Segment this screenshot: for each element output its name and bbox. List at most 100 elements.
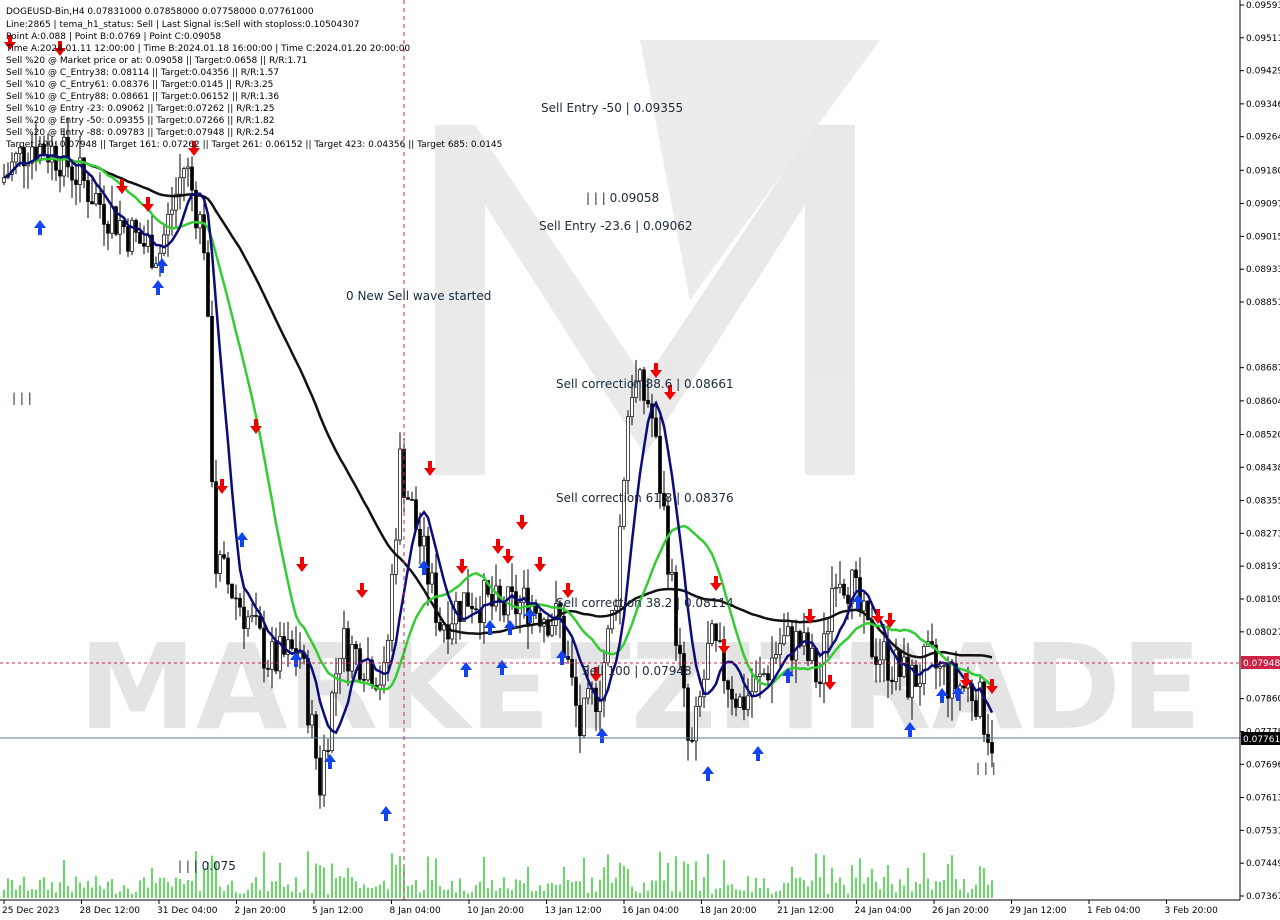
candle-bull bbox=[770, 657, 774, 681]
candle-bull bbox=[878, 659, 882, 665]
overlay-line-3: Time A:2024.01.11 12:00:00 | Time B:2024… bbox=[5, 44, 410, 54]
candle-bear bbox=[726, 680, 730, 690]
candle-bear bbox=[238, 597, 242, 608]
x-tick-label: 31 Dec 04:00 bbox=[157, 906, 218, 916]
candle-bear bbox=[242, 606, 246, 629]
candle-bear bbox=[730, 688, 734, 700]
candle-bull bbox=[218, 554, 222, 574]
candle-bear bbox=[326, 750, 330, 752]
candle-bull bbox=[774, 654, 778, 659]
candle-bear bbox=[362, 678, 366, 681]
x-tick-label: 3 Feb 20:00 bbox=[1165, 906, 1219, 916]
candle-bear bbox=[578, 705, 582, 737]
candle-bear bbox=[234, 597, 238, 600]
x-tick-label: 29 Jan 12:00 bbox=[1010, 906, 1067, 916]
candle-bear bbox=[214, 481, 218, 574]
candle-bull bbox=[794, 630, 798, 661]
x-tick-label: 21 Jan 12:00 bbox=[777, 906, 834, 916]
candle-bear bbox=[974, 700, 978, 717]
y-tick-label: 0.09511 bbox=[1246, 34, 1280, 44]
candle-bull bbox=[782, 635, 786, 645]
candle-bull bbox=[322, 750, 326, 796]
candle-bull bbox=[586, 688, 590, 699]
y-tick-label: 0.09264 bbox=[1246, 133, 1280, 143]
candle-bear bbox=[206, 252, 210, 317]
candle-bull bbox=[918, 683, 922, 687]
y-tick-label: 0.09593 bbox=[1246, 1, 1280, 11]
x-tick-label: 1 Feb 04:00 bbox=[1087, 906, 1141, 916]
correction-61-label: Sell correction 61.8 | 0.08376 bbox=[556, 491, 734, 505]
candle-bear bbox=[438, 622, 442, 631]
candle-bear bbox=[466, 592, 470, 607]
candle-bear bbox=[70, 166, 74, 181]
candle-bear bbox=[814, 647, 818, 683]
candle-bull bbox=[938, 666, 942, 669]
candle-bull bbox=[922, 646, 926, 684]
candle-bull bbox=[246, 616, 250, 629]
candle-bull bbox=[422, 535, 426, 547]
candle-bull bbox=[706, 643, 710, 680]
price-chart[interactable]: MARKETZITRADE Sell Entry -50 | 0.09355 |… bbox=[0, 0, 1280, 920]
bars-left-label: | | | bbox=[12, 391, 32, 405]
overlay-line-9: Sell %20 @ Entry -50: 0.09355 || Target:… bbox=[6, 116, 274, 126]
chart-root: MARKETZITRADE Sell Entry -50 | 0.09355 |… bbox=[0, 0, 1280, 920]
candle-bull bbox=[582, 697, 586, 737]
candle-bull bbox=[398, 448, 402, 541]
candle-bull bbox=[810, 647, 814, 661]
candle-bull bbox=[482, 580, 486, 623]
candle-bear bbox=[190, 166, 194, 191]
candle-bull bbox=[694, 705, 698, 742]
overlay-line-6: Sell %10 @ C_Entry61: 0.08376 || Target:… bbox=[6, 80, 273, 90]
x-tick-label: 5 Jan 12:00 bbox=[312, 906, 364, 916]
candle-bear bbox=[886, 641, 890, 681]
candle-bull bbox=[762, 673, 766, 675]
x-tick-label: 25 Dec 2023 bbox=[2, 906, 60, 916]
candle-bear bbox=[890, 679, 894, 682]
x-axis: 25 Dec 2023 28 Dec 12:00 31 Dec 04:00 2 Jan… bbox=[2, 900, 1218, 916]
y-tick-label: 0.08933 bbox=[1246, 265, 1280, 275]
candle-bear bbox=[262, 627, 266, 669]
candle-bear bbox=[86, 180, 90, 202]
candle-bear bbox=[138, 232, 142, 244]
candle-bear bbox=[718, 640, 722, 642]
candle-bear bbox=[418, 528, 422, 547]
candle-bear bbox=[742, 696, 746, 710]
candle-bull bbox=[166, 214, 170, 236]
x-tick-label: 24 Jan 04:00 bbox=[855, 906, 912, 916]
candle-bull bbox=[826, 631, 830, 635]
y-tick-label: 0.07449 bbox=[1246, 859, 1280, 869]
y-tick-label: 0.07696 bbox=[1246, 760, 1280, 770]
overlay-line-5: Sell %10 @ C_Entry38: 0.08114 || Target:… bbox=[6, 68, 279, 78]
new-wave-label: 0 New Sell wave started bbox=[346, 289, 491, 303]
x-tick-label: 18 Jan 20:00 bbox=[700, 906, 757, 916]
point-c-label: | | | 0.09058 bbox=[586, 191, 659, 205]
overlay-line-2: Point A:0.088 | Point B:0.0769 | Point C… bbox=[6, 32, 221, 42]
sell-entry-50-label: Sell Entry -50 | 0.09355 bbox=[541, 101, 683, 115]
y-tick-label: 0.07860 bbox=[1246, 695, 1280, 705]
candle-bear bbox=[202, 214, 206, 254]
y-tick-label: 0.08687 bbox=[1246, 364, 1280, 374]
candle-bull bbox=[338, 658, 342, 675]
candle-bull bbox=[626, 416, 630, 481]
y-tick-label: 0.08851 bbox=[1246, 298, 1280, 308]
candle-bull bbox=[830, 588, 834, 632]
candle-bear bbox=[274, 641, 278, 672]
y-tick-label: 0.09015 bbox=[1246, 232, 1280, 242]
candle-bull bbox=[178, 177, 182, 195]
candle-bear bbox=[254, 615, 258, 617]
y-tick-label: 0.09429 bbox=[1246, 67, 1280, 77]
point-b-label: | | | 0.075 bbox=[178, 859, 236, 873]
overlay-line-1: Line:2865 | tema_h1_status: Sell | Last … bbox=[6, 20, 359, 30]
candle-bull bbox=[786, 626, 790, 637]
candle-bear bbox=[690, 739, 694, 742]
candle-bear bbox=[570, 658, 574, 678]
candle-bear bbox=[318, 757, 322, 796]
symbol-line: DOGEUSD-Bin,H4 0.07831000 0.07858000 0.0… bbox=[6, 7, 314, 17]
candle-bear bbox=[210, 316, 214, 483]
candle-bull bbox=[350, 644, 354, 672]
candle-bear bbox=[846, 594, 850, 604]
candle-bull bbox=[606, 628, 610, 664]
candle-bull bbox=[902, 656, 906, 677]
candle-bear bbox=[226, 557, 230, 585]
candle-bull bbox=[182, 168, 186, 179]
